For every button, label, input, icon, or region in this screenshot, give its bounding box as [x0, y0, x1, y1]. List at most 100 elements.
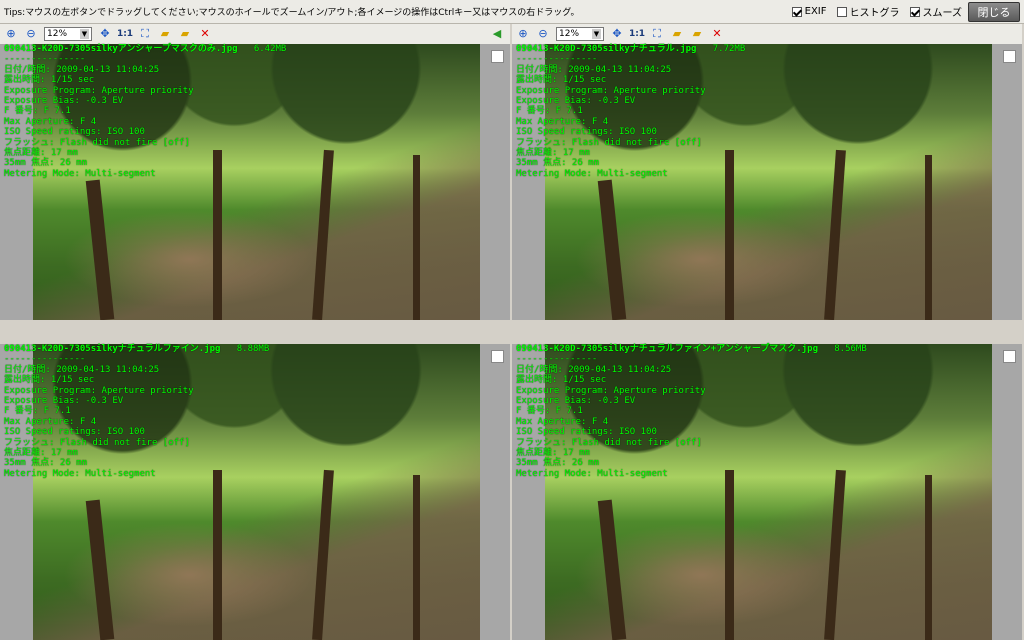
image-view[interactable]: 090413-K20D-7305silkyアンシャープマスクのみ.jpg 6.4…	[0, 44, 510, 320]
exif-line: Exposure Program: Aperture priority	[4, 85, 194, 96]
file-name: 090413-K20D-7305silkyアンシャープマスクのみ.jpg	[4, 44, 238, 54]
actual-size-icon[interactable]: 1:1	[629, 27, 645, 41]
delete-icon[interactable]: ✕	[710, 27, 724, 41]
compare-pane-2: ⊕ ⊖ 12% ▼ ✥ 1:1 ⛶ ▰ ▰ ✕ 090413-K20D-7305s…	[512, 24, 1022, 320]
select-box[interactable]	[491, 350, 504, 363]
exif-line: 35mm 焦点: 26 mm	[4, 458, 88, 469]
histogram-label: ヒストグラ	[849, 8, 900, 19]
exif-line: 日付/時間: 2009-04-13 11:04:25	[4, 364, 160, 375]
folder-open-icon[interactable]: ▰	[670, 27, 684, 41]
zoom-select[interactable]: 12% ▼	[44, 27, 92, 41]
folder-open-icon[interactable]: ▰	[158, 27, 172, 41]
exif-line: Max Aperture: F 4	[516, 416, 609, 427]
select-box[interactable]	[491, 50, 504, 63]
exif-line: Exposure Program: Aperture priority	[516, 85, 706, 96]
zoom-out-icon[interactable]: ⊖	[24, 27, 38, 41]
histogram-check-box[interactable]	[836, 6, 847, 17]
file-size: 6.42MB	[253, 44, 287, 54]
right-gutter	[992, 44, 1022, 320]
exif-line: 露出時間: 1/15 sec	[4, 375, 95, 386]
exif-line: フラッシュ: Flash did not fire [off]	[516, 437, 702, 448]
zoom-out-icon[interactable]: ⊖	[536, 27, 550, 41]
zoom-in-icon[interactable]: ⊕	[4, 27, 18, 41]
zoom-in-icon[interactable]: ⊕	[516, 27, 530, 41]
right-gutter	[480, 44, 510, 320]
folder-next-icon[interactable]: ▰	[178, 27, 192, 41]
tree-trunk	[925, 475, 932, 640]
exif-check-box[interactable]	[791, 6, 802, 17]
fit-icon[interactable]: ✥	[98, 27, 112, 41]
exif-line: 露出時間: 1/15 sec	[4, 75, 95, 86]
tree-trunk	[85, 499, 115, 640]
back-arrow-icon[interactable]: ◀	[490, 27, 504, 41]
exif-line: 35mm 焦点: 26 mm	[4, 158, 88, 169]
image-view[interactable]: 090413-K20D-7305silkyナチュラル.jpg 7.72MB --…	[512, 44, 1022, 320]
tree-trunk	[213, 470, 222, 640]
zoom-select[interactable]: 12% ▼	[556, 27, 604, 41]
exif-overlay: 090413-K20D-7305silkyナチュラルファイン+アンシャープマスク…	[516, 344, 867, 479]
exif-line: ISO Speed ratings: ISO 100	[516, 127, 657, 138]
exif-checkbox[interactable]: EXIF	[791, 6, 827, 17]
exif-line: ISO Speed ratings: ISO 100	[4, 127, 145, 138]
file-name: 090413-K20D-7305silkyナチュラル.jpg	[516, 44, 697, 54]
exif-line: フラッシュ: Flash did not fire [off]	[516, 137, 702, 148]
file-size: 7.72MB	[712, 44, 746, 54]
select-box[interactable]	[1003, 50, 1016, 63]
chevron-down-icon: ▼	[80, 29, 89, 39]
smooth-check-box[interactable]	[909, 6, 920, 17]
exif-line: ISO Speed ratings: ISO 100	[516, 427, 657, 438]
actual-size-icon[interactable]: 1:1	[117, 27, 133, 41]
exif-overlay: 090413-K20D-7305silkyアンシャープマスクのみ.jpg 6.4…	[4, 44, 287, 179]
tree-trunk	[85, 179, 115, 320]
exif-line: Exposure Program: Aperture priority	[516, 385, 706, 396]
image-view[interactable]: 090413-K20D-7305silkyナチュラルファイン+アンシャープマスク…	[512, 344, 1022, 640]
pane-toolbar: ⊕ ⊖ 12% ▼ ✥ 1:1 ⛶ ▰ ▰ ✕	[512, 24, 1022, 44]
exif-line: 焦点距離: 17 mm	[516, 148, 590, 159]
compare-pane-3: 090413-K20D-7305silkyナチュラルファイン.jpg 8.88M…	[0, 344, 510, 640]
tree-trunk	[413, 475, 420, 640]
exif-line: F 番号: F 7.1	[516, 406, 583, 417]
exif-line: Metering Mode: Multi-segment	[4, 468, 156, 479]
file-name: 090413-K20D-7305silkyナチュラルファイン.jpg	[4, 344, 221, 354]
exif-line: 日付/時間: 2009-04-13 11:04:25	[516, 364, 672, 375]
tree-trunk	[312, 149, 334, 320]
exif-overlay: 090413-K20D-7305silkyナチュラルファイン.jpg 8.88M…	[4, 344, 270, 479]
right-gutter	[480, 344, 510, 640]
tree-trunk	[597, 179, 627, 320]
tree-trunk	[312, 469, 334, 640]
exif-line: ISO Speed ratings: ISO 100	[4, 427, 145, 438]
tree-trunk	[824, 469, 846, 640]
exif-line: Max Aperture: F 4	[516, 116, 609, 127]
exif-line: Exposure Bias: -0.3 EV	[516, 396, 636, 407]
file-name: 090413-K20D-7305silkyナチュラルファイン+アンシャープマスク…	[516, 344, 818, 354]
tree-trunk	[925, 155, 932, 320]
fullscreen-icon[interactable]: ⛶	[650, 27, 664, 41]
right-gutter	[992, 344, 1022, 640]
exif-line: 露出時間: 1/15 sec	[516, 75, 607, 86]
file-size: 8.88MB	[236, 344, 270, 354]
tree-trunk	[824, 149, 846, 320]
tips-text: Tips:マウスの左ボタンでドラッグしてください;マウスのホイールでズームイン/…	[4, 8, 580, 18]
histogram-checkbox[interactable]: ヒストグラ	[836, 4, 900, 19]
exif-line: Max Aperture: F 4	[4, 416, 97, 427]
fit-icon[interactable]: ✥	[610, 27, 624, 41]
exif-line: Metering Mode: Multi-segment	[4, 168, 156, 179]
folder-next-icon[interactable]: ▰	[690, 27, 704, 41]
exif-line: 焦点距離: 17 mm	[4, 148, 78, 159]
fullscreen-icon[interactable]: ⛶	[138, 27, 152, 41]
exif-line: F 番号: F 7.1	[4, 406, 71, 417]
pane-toolbar: ⊕ ⊖ 12% ▼ ✥ 1:1 ⛶ ▰ ▰ ✕ ◀	[0, 24, 510, 44]
exif-line: フラッシュ: Flash did not fire [off]	[4, 437, 190, 448]
image-view[interactable]: 090413-K20D-7305silkyナチュラルファイン.jpg 8.88M…	[0, 344, 510, 640]
exif-line: Metering Mode: Multi-segment	[516, 468, 668, 479]
chevron-down-icon: ▼	[592, 29, 601, 39]
exif-line: 35mm 焦点: 26 mm	[516, 158, 600, 169]
smooth-label: スムーズ	[922, 8, 963, 19]
smooth-checkbox[interactable]: スムーズ	[909, 4, 963, 19]
select-box[interactable]	[1003, 350, 1016, 363]
exif-line: Exposure Bias: -0.3 EV	[4, 96, 124, 107]
compare-pane-4: 090413-K20D-7305silkyナチュラルファイン+アンシャープマスク…	[512, 344, 1022, 640]
close-button[interactable]: 閉じる	[968, 2, 1020, 22]
exif-line: Max Aperture: F 4	[4, 116, 97, 127]
delete-icon[interactable]: ✕	[198, 27, 212, 41]
